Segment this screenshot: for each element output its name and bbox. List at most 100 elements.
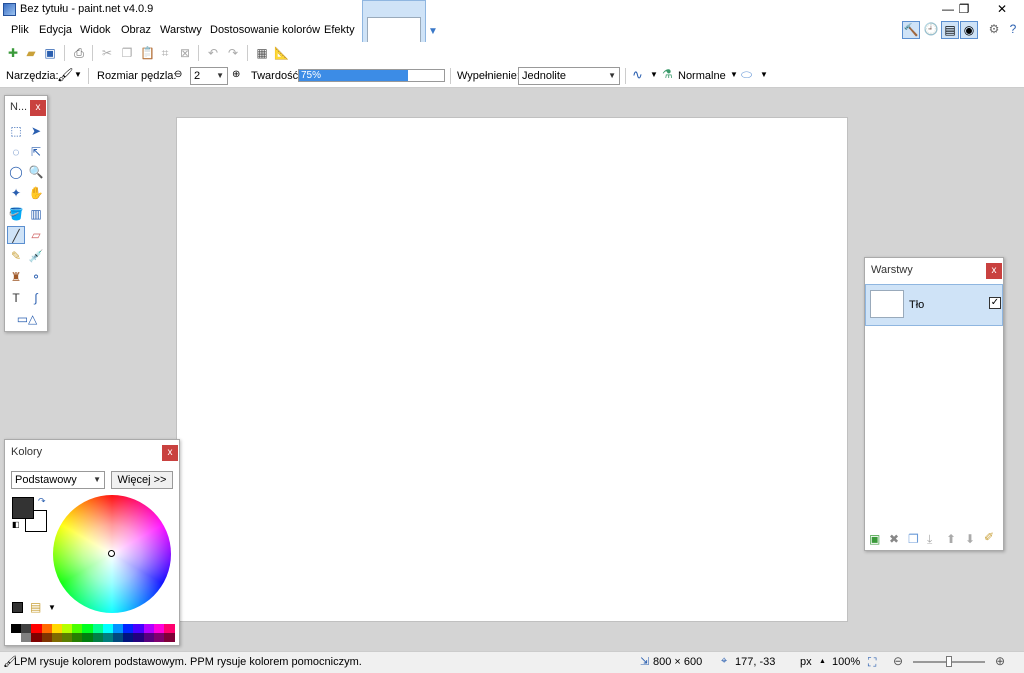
layer-properties-icon[interactable]: ✐ <box>984 530 994 544</box>
move-layer-up-icon[interactable]: ⬆ <box>946 532 956 546</box>
close-window-button[interactable]: ✕ <box>984 0 1020 20</box>
paste-icon[interactable]: 📋 <box>140 46 155 60</box>
zoom-out-icon[interactable]: ⊖ <box>893 654 903 668</box>
toolbar-separator <box>92 45 93 61</box>
palette-menu-icon[interactable]: ▤ <box>30 600 41 614</box>
grid-icon[interactable]: ▦ <box>255 46 269 60</box>
settings-gear-icon[interactable]: ⚙ <box>985 21 1003 39</box>
chevron-down-icon: ▼ <box>93 475 101 484</box>
options-separator <box>625 68 626 84</box>
layer-row[interactable]: Tło ✓ <box>865 284 1003 326</box>
eraser-icon[interactable]: ▱ <box>27 226 45 244</box>
palette-color[interactable] <box>164 624 175 633</box>
rectangle-select-icon[interactable]: ⬚ <box>7 122 25 140</box>
chevron-up-icon[interactable]: ▲ <box>819 658 826 665</box>
color-mode-combo[interactable]: Podstawowy ▼ <box>11 471 105 489</box>
zoom-slider-thumb[interactable] <box>946 656 952 667</box>
increase-size-icon[interactable]: ⊕ <box>232 69 240 80</box>
magic-wand-icon[interactable]: ✦ <box>7 184 25 202</box>
menu-efekty[interactable]: Efekty <box>322 24 357 36</box>
delete-layer-icon[interactable]: ✖ <box>889 532 899 546</box>
help-icon[interactable]: ? <box>1004 21 1022 39</box>
deselect-icon[interactable]: ⊠ <box>178 46 192 60</box>
merge-layer-down-icon[interactable]: ⤓ <box>927 532 932 547</box>
decrease-size-icon[interactable]: ⊖ <box>174 69 182 80</box>
color-wheel-cursor[interactable] <box>108 550 115 557</box>
print-icon[interactable]: ⎙ <box>72 46 86 60</box>
move-selection-icon[interactable]: ➤ <box>27 122 45 140</box>
chevron-down-icon[interactable]: ▼ <box>650 70 658 79</box>
history-toggle-icon[interactable]: 🕘 <box>922 21 940 39</box>
maximize-button[interactable]: ❐ <box>946 0 982 20</box>
layers-toggle-icon[interactable]: ▤ <box>941 21 959 39</box>
color-palette[interactable] <box>11 624 175 642</box>
open-file-icon[interactable]: ▰ <box>24 46 38 60</box>
menu-obraz[interactable]: Obraz <box>119 24 153 36</box>
paint-bucket-icon[interactable]: 🪣 <box>7 205 25 223</box>
add-layer-icon[interactable]: ▣ <box>869 532 880 546</box>
color-picker-icon[interactable]: 💉 <box>27 247 45 265</box>
text-tool-icon[interactable]: T <box>7 289 25 307</box>
add-to-palette-icon[interactable] <box>12 602 23 613</box>
duplicate-layer-icon[interactable]: ❐ <box>908 532 919 546</box>
zoom-to-window-icon[interactable]: ⛶ <box>868 655 876 670</box>
copy-icon[interactable]: ❐ <box>120 46 134 60</box>
blend-mode-value[interactable]: Normalne <box>678 70 726 82</box>
fill-label: Wypełnienie: <box>457 70 520 82</box>
new-file-icon[interactable]: ✚ <box>6 46 20 60</box>
gradient-icon[interactable]: ▥ <box>27 205 45 223</box>
zoom-in-icon[interactable]: ⊕ <box>995 654 1005 668</box>
shapes-icon[interactable]: ▭△ <box>13 310 41 328</box>
save-file-icon[interactable]: ▣ <box>43 46 57 60</box>
antialiasing-icon[interactable]: ∿ <box>632 67 643 83</box>
menu-bar <box>0 20 1024 42</box>
colors-panel-close[interactable]: x <box>162 445 178 461</box>
tools-toggle-icon[interactable]: 🔨 <box>902 21 920 39</box>
redo-icon[interactable]: ↷ <box>226 46 240 60</box>
line-curve-icon[interactable]: ∫ <box>27 289 45 307</box>
layer-visibility-checkbox[interactable]: ✓ <box>989 297 1001 309</box>
chevron-down-icon[interactable]: ▼ <box>760 70 768 79</box>
recolor-icon[interactable]: ⚬ <box>27 268 45 286</box>
tool-dropdown-arrow-icon[interactable]: ▼ <box>74 70 82 79</box>
pan-hand-icon[interactable]: ✋ <box>27 184 45 202</box>
menu-dostosowanie-kolorow[interactable]: Dostosowanie kolorów <box>208 24 322 36</box>
pencil-icon[interactable]: ✎ <box>7 247 25 265</box>
undo-icon[interactable]: ↶ <box>206 46 220 60</box>
lasso-select-icon[interactable]: ◌ <box>7 143 25 161</box>
ellipse-select-icon[interactable]: ◯ <box>7 163 25 181</box>
swap-colors-icon[interactable]: ↷ <box>38 496 46 507</box>
chevron-down-icon[interactable]: ▼ <box>48 603 56 612</box>
reset-colors-icon[interactable]: ◧ <box>12 520 20 529</box>
selection-mode-icon[interactable]: ⬭ <box>741 67 752 83</box>
menu-edycja[interactable]: Edycja <box>37 24 74 36</box>
primary-color-swatch[interactable] <box>12 497 34 519</box>
brush-size-combo[interactable]: 2 ▼ <box>190 67 228 85</box>
color-wheel[interactable] <box>53 495 171 613</box>
zoom-icon[interactable]: 🔍 <box>27 163 45 181</box>
clone-stamp-icon[interactable]: ♜ <box>7 268 25 286</box>
cut-icon[interactable]: ✂ <box>100 46 114 60</box>
zoom-level[interactable]: 100% <box>832 656 860 668</box>
crop-to-selection-icon[interactable]: ⌗ <box>158 46 172 60</box>
more-colors-button[interactable]: Więcej >> <box>111 471 173 489</box>
colors-toggle-icon[interactable]: ◉ <box>960 21 978 39</box>
menu-plik[interactable]: Plik <box>9 24 31 36</box>
move-selected-icon[interactable]: ⇱ <box>27 143 45 161</box>
paintbrush-icon[interactable]: 🖌 <box>57 67 74 83</box>
fill-mode-combo[interactable]: Jednolite ▼ <box>518 67 620 85</box>
tools-panel-close[interactable]: x <box>30 100 46 116</box>
tab-list-arrow-icon[interactable]: ▼ <box>428 26 438 37</box>
units-selector[interactable]: px <box>800 656 812 668</box>
paintbrush-tool-icon[interactable]: ╱ <box>7 226 25 244</box>
rulers-icon[interactable]: 📐 <box>274 46 289 60</box>
menu-warstwy[interactable]: Warstwy <box>158 24 204 36</box>
hardness-fill: 75% <box>299 70 408 81</box>
menu-widok[interactable]: Widok <box>78 24 113 36</box>
layers-panel-close[interactable]: x <box>986 263 1002 279</box>
chevron-down-icon[interactable]: ▼ <box>730 70 738 79</box>
hardness-slider[interactable]: 75% <box>298 69 445 82</box>
move-layer-down-icon[interactable]: ⬇ <box>965 532 975 546</box>
palette-color[interactable] <box>164 633 175 642</box>
image-canvas[interactable] <box>176 117 848 622</box>
